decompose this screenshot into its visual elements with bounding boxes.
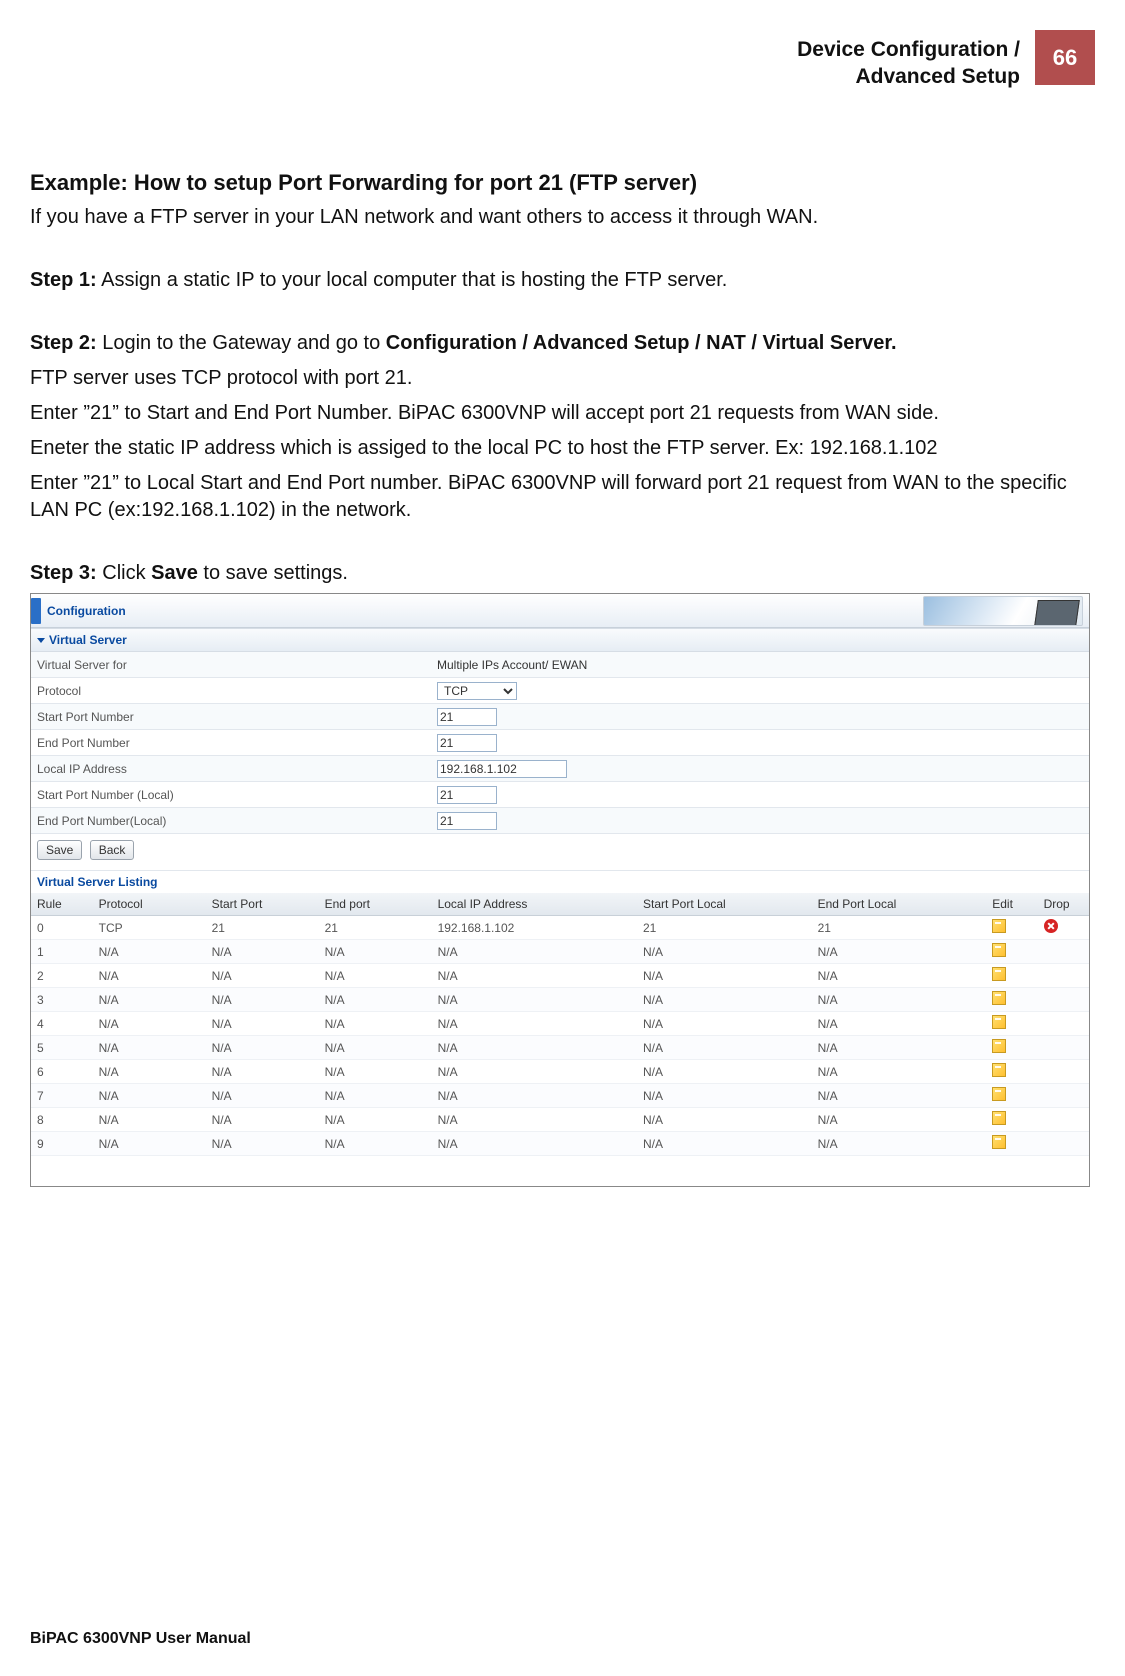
col-end-port-local: End Port Local: [812, 893, 987, 916]
listing-title: Virtual Server Listing: [31, 871, 1089, 893]
tab-accent-icon: [31, 598, 41, 624]
back-button[interactable]: Back: [90, 840, 135, 860]
local-ip-input[interactable]: [437, 760, 567, 778]
table-row: 8N/AN/AN/AN/AN/AN/A: [31, 1108, 1089, 1132]
table-row: 2N/AN/AN/AN/AN/AN/A: [31, 964, 1089, 988]
col-edit: Edit: [986, 893, 1037, 916]
edit-icon[interactable]: [992, 943, 1006, 957]
intro-text: If you have a FTP server in your LAN net…: [30, 204, 1095, 231]
start-port-local-input[interactable]: [437, 786, 497, 804]
col-protocol: Protocol: [93, 893, 206, 916]
configuration-tab-label: Configuration: [47, 604, 126, 618]
edit-icon[interactable]: [992, 919, 1006, 933]
local-ip-label: Local IP Address: [37, 762, 437, 776]
step3-text-a: Click: [97, 562, 151, 584]
header-title: Device Configuration / Advanced Setup: [797, 36, 1020, 91]
end-port-local-label: End Port Number(Local): [37, 814, 437, 828]
vs-for-value: Multiple IPs Account/ EWAN: [437, 658, 1089, 672]
step2-text-a: Login to the Gateway and go to: [97, 332, 386, 354]
edit-icon[interactable]: [992, 991, 1006, 1005]
edit-icon[interactable]: [992, 1111, 1006, 1125]
step2-path-bold: Configuration / Advanced Setup / NAT / V…: [386, 332, 897, 354]
step2-p2: Enter ”21” to Start and End Port Number.…: [30, 400, 1095, 427]
edit-icon[interactable]: [992, 967, 1006, 981]
table-row: 0TCP2121192.168.1.1022121: [31, 916, 1089, 940]
col-local-ip-address: Local IP Address: [432, 893, 637, 916]
virtual-server-section-title: Virtual Server: [49, 633, 127, 647]
col-start-port: Start Port: [206, 893, 319, 916]
virtual-server-listing-table: RuleProtocolStart PortEnd portLocal IP A…: [31, 893, 1089, 1156]
step1-text: Assign a static IP to your local compute…: [97, 269, 728, 291]
table-row: 5N/AN/AN/AN/AN/AN/A: [31, 1036, 1089, 1060]
step3: Step 3: Click Save to save settings.: [30, 560, 1095, 587]
edit-icon[interactable]: [992, 1015, 1006, 1029]
table-row: 4N/AN/AN/AN/AN/AN/A: [31, 1012, 1089, 1036]
footer-text: BiPAC 6300VNP User Manual: [30, 1630, 251, 1648]
step3-text-c: to save settings.: [198, 562, 348, 584]
edit-icon[interactable]: [992, 1039, 1006, 1053]
start-port-label: Start Port Number: [37, 710, 437, 724]
edit-icon[interactable]: [992, 1063, 1006, 1077]
table-row: 9N/AN/AN/AN/AN/AN/A: [31, 1132, 1089, 1156]
step3-save-bold: Save: [151, 562, 198, 584]
page-number-badge: 66: [1035, 30, 1095, 85]
table-row: 6N/AN/AN/AN/AN/AN/A: [31, 1060, 1089, 1084]
edit-icon[interactable]: [992, 1087, 1006, 1101]
step1-label: Step 1:: [30, 269, 97, 291]
caret-down-icon: [37, 638, 45, 643]
drop-icon[interactable]: [1044, 919, 1058, 933]
header-banner-image: [923, 596, 1083, 626]
end-port-local-input[interactable]: [437, 812, 497, 830]
step2-p4: Enter ”21” to Local Start and End Port n…: [30, 470, 1095, 524]
protocol-label: Protocol: [37, 684, 437, 698]
vs-for-label: Virtual Server for: [37, 658, 437, 672]
virtual-server-screenshot: Configuration Virtual Server Virtual Ser…: [30, 593, 1090, 1187]
save-button[interactable]: Save: [37, 840, 82, 860]
table-row: 3N/AN/AN/AN/AN/AN/A: [31, 988, 1089, 1012]
end-port-label: End Port Number: [37, 736, 437, 750]
step2-label: Step 2:: [30, 332, 97, 354]
table-row: 7N/AN/AN/AN/AN/AN/A: [31, 1084, 1089, 1108]
step2-p1: FTP server uses TCP protocol with port 2…: [30, 365, 1095, 392]
step2: Step 2: Login to the Gateway and go to C…: [30, 330, 1095, 357]
col-drop: Drop: [1038, 893, 1089, 916]
table-row: 1N/AN/AN/AN/AN/AN/A: [31, 940, 1089, 964]
step1: Step 1: Assign a static IP to your local…: [30, 267, 1095, 294]
start-port-input[interactable]: [437, 708, 497, 726]
col-rule: Rule: [31, 893, 93, 916]
start-port-local-label: Start Port Number (Local): [37, 788, 437, 802]
col-start-port-local: Start Port Local: [637, 893, 812, 916]
step3-label: Step 3:: [30, 562, 97, 584]
virtual-server-section-header[interactable]: Virtual Server: [31, 628, 1089, 652]
edit-icon[interactable]: [992, 1135, 1006, 1149]
protocol-select[interactable]: TCP: [437, 682, 517, 700]
end-port-input[interactable]: [437, 734, 497, 752]
example-heading: Example: How to setup Port Forwarding fo…: [30, 170, 1095, 196]
col-end-port: End port: [319, 893, 432, 916]
configuration-tab[interactable]: Configuration: [31, 598, 126, 624]
step2-p3: Eneter the static IP address which is as…: [30, 435, 1095, 462]
